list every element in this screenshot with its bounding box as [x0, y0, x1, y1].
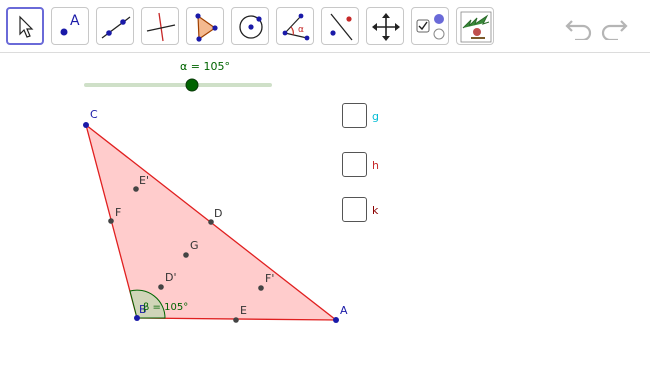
point-tool-glyph: A	[70, 13, 80, 29]
move-tool-button[interactable]	[6, 7, 44, 45]
point-f-prime[interactable]	[258, 285, 264, 291]
point-d[interactable]	[208, 219, 214, 225]
point-a[interactable]	[333, 317, 339, 323]
checkbox-label-h: h	[372, 159, 379, 172]
checkbox-k[interactable]	[342, 197, 367, 222]
point-c[interactable]	[83, 122, 89, 128]
label-f-prime: F'	[265, 272, 274, 285]
checkbox-label-k: k	[372, 204, 379, 217]
circle-icon	[239, 15, 263, 39]
point-g[interactable]	[183, 252, 189, 258]
checkbox-h[interactable]	[342, 152, 367, 177]
checkbox-tool-button[interactable]	[411, 7, 449, 45]
point-e-prime[interactable]	[133, 186, 139, 192]
label-e: E	[240, 304, 247, 317]
angle-tool-glyph: α	[298, 25, 304, 35]
checkbox-radio-icon	[416, 14, 445, 40]
line-tool-button[interactable]	[96, 7, 134, 45]
perpendicular-tool-button[interactable]	[141, 7, 179, 45]
custom-tool-button[interactable]	[456, 7, 494, 45]
redo-icon[interactable]	[600, 12, 630, 40]
angle-beta-label: β = 105°	[143, 302, 188, 313]
label-a: A	[340, 304, 348, 317]
label-f: F	[115, 206, 121, 219]
arrow-cursor-icon	[19, 15, 34, 38]
checkbox-label-g: g	[372, 110, 379, 123]
angle-tool-button[interactable]: α	[276, 7, 314, 45]
reflect-icon	[330, 13, 353, 41]
undo-icon[interactable]	[563, 12, 593, 40]
point-f[interactable]	[108, 218, 114, 224]
angle-icon: α	[282, 13, 310, 41]
polygon-tool-button[interactable]	[186, 7, 224, 45]
label-e-prime: E'	[139, 174, 149, 187]
custom-tool-icon	[460, 11, 492, 43]
circle-tool-button[interactable]	[231, 7, 269, 45]
label-g: G	[190, 239, 199, 252]
perpendicular-line-icon	[146, 12, 176, 42]
checkbox-g[interactable]	[342, 103, 367, 128]
toolbar: A α	[0, 0, 650, 53]
move-graphics-view-button[interactable]	[366, 7, 404, 45]
graphics-view[interactable]: C E' F D G D' F' E A B β = 105°	[0, 53, 650, 390]
line-icon	[101, 16, 131, 39]
move-arrows-icon	[372, 13, 400, 41]
slider-handle[interactable]	[185, 78, 199, 92]
point-e[interactable]	[233, 317, 239, 323]
reflect-tool-button[interactable]	[321, 7, 359, 45]
label-d-prime: D'	[165, 271, 177, 284]
point-d-prime[interactable]	[158, 284, 164, 290]
point-tool-button[interactable]: A	[51, 7, 89, 45]
polygon-icon	[195, 13, 218, 42]
label-d: D	[214, 207, 222, 220]
label-c: C	[90, 108, 98, 121]
point-icon: A	[60, 13, 80, 36]
